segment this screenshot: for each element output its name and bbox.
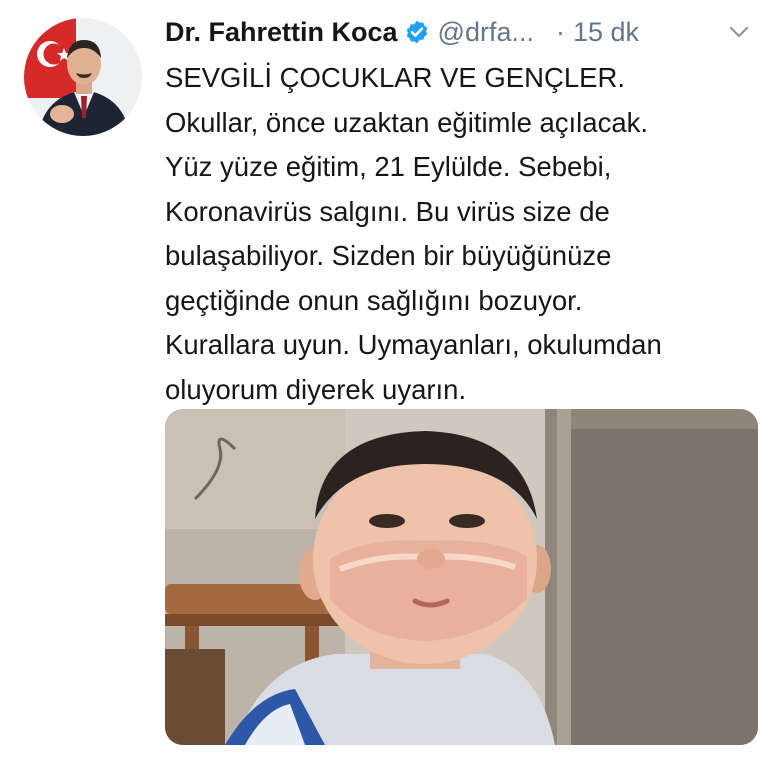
tweet-text-line: oluyorum diyerek uyarın. xyxy=(165,373,467,405)
tweet-text: SEVGİLİ ÇOCUKLAR VE GENÇLER. Okullar, ön… xyxy=(165,56,760,412)
tweet-text-line: Okullar, önce uzaktan eğitimle açılacak. xyxy=(165,106,649,138)
author-name[interactable]: Dr. Fahrettin Koca xyxy=(165,17,398,48)
separator-dot: · xyxy=(556,16,565,47)
tweet: Dr. Fahrettin Koca @drfa... · 15 dk SEVG… xyxy=(0,0,770,764)
tweet-text-line: bulaşabiliyor. Sizden bir büyüğünüze xyxy=(165,240,612,271)
tweet-text-line: geçtiğinde onun sağlığını bozuyor. xyxy=(165,284,583,316)
tweet-header: Dr. Fahrettin Koca @drfa... · 15 dk xyxy=(165,12,757,52)
avatar-image xyxy=(24,18,142,136)
chevron-down-icon[interactable] xyxy=(725,18,753,46)
verified-badge-icon xyxy=(404,19,430,45)
child-photo-image xyxy=(165,409,758,745)
tweet-text-line: Koronavirüs salgını. Bu virüs size de xyxy=(165,195,610,227)
tweet-text-line: SEVGİLİ ÇOCUKLAR VE GENÇLER. xyxy=(165,62,625,93)
tweet-photo[interactable] xyxy=(165,409,758,745)
avatar[interactable] xyxy=(24,18,142,136)
author-handle[interactable]: @drfa... xyxy=(438,17,534,48)
timestamp[interactable]: 15 dk xyxy=(573,17,639,48)
tweet-text-line: Kurallara uyun. Uymayanları, okulumdan xyxy=(165,329,662,360)
tweet-text-line: Yüz yüze eğitim, 21 Eylülde. Sebebi, xyxy=(165,151,612,182)
